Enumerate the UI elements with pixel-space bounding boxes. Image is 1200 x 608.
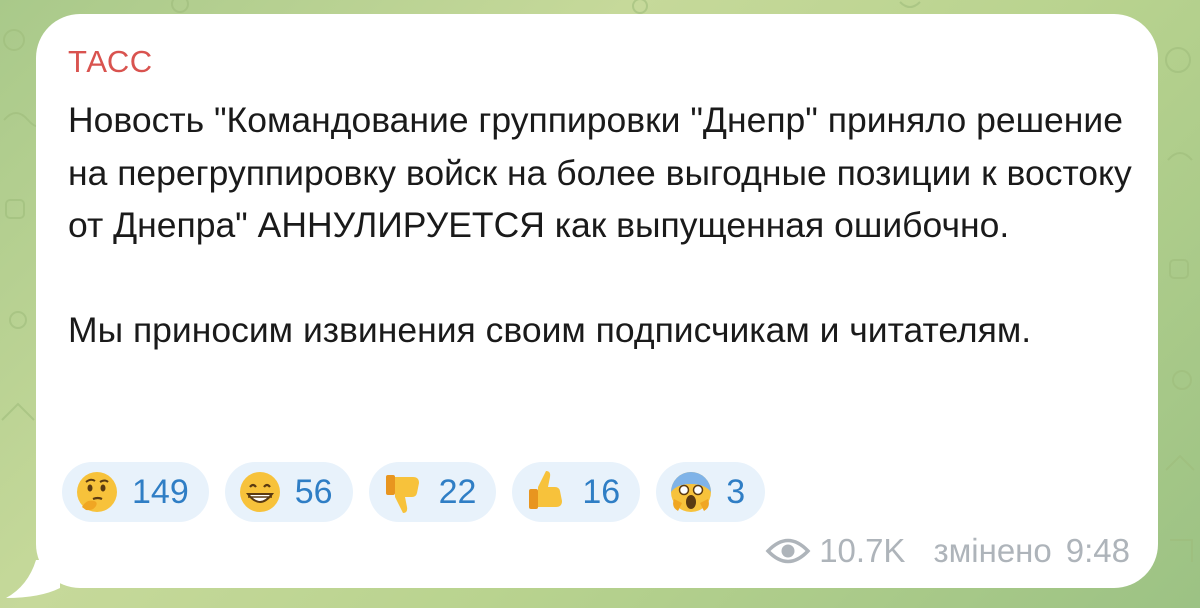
reaction-count: 16 [582, 472, 621, 511]
message-time: 9:48 [1065, 532, 1130, 569]
reaction-thinking[interactable]: 149 [62, 462, 209, 522]
reaction-count: 3 [726, 472, 746, 511]
grinning-face-icon [239, 472, 280, 512]
reaction-screaming[interactable]: 3 [656, 462, 766, 522]
reaction-count: 56 [294, 472, 333, 511]
thumbs-down-icon [385, 475, 419, 513]
message-text: Новость "Командование группировки "Днепр… [68, 94, 1138, 356]
views-count: 10.7K [819, 532, 906, 569]
thumbs-up-icon [529, 471, 563, 509]
screaming-face-icon [671, 472, 712, 512]
message-meta: 10.7K змінено 9:48 [765, 532, 1130, 570]
reaction-count: 149 [132, 472, 189, 511]
thinking-face-icon [77, 472, 117, 512]
reaction-thumbs-down[interactable]: 22 [368, 462, 497, 522]
channel-name[interactable]: ТАСС [68, 44, 153, 80]
message-paragraph: Новость "Командование группировки "Днепр… [68, 100, 1132, 245]
reactions-bar: 149 56 22 16 3 [62, 462, 766, 522]
reaction-thumbs-up[interactable]: 16 [512, 462, 641, 522]
reaction-grinning[interactable]: 56 [224, 462, 353, 522]
reaction-count: 22 [438, 472, 477, 511]
edited-label: змінено [933, 532, 1052, 569]
message-paragraph: Мы приносим извинения своим подписчикам … [68, 309, 1032, 350]
views-eye-icon [765, 538, 811, 564]
